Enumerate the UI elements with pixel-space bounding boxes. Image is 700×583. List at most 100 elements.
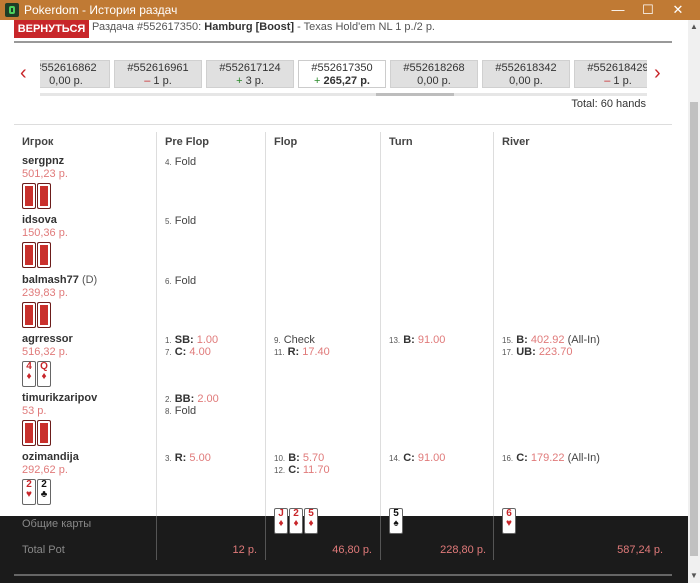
- action-preflop: 4. Fold: [165, 156, 197, 168]
- minimize-button[interactable]: —: [604, 0, 632, 20]
- card-back: [22, 302, 36, 328]
- card-5-diamonds: 5 ♦: [304, 508, 318, 534]
- footer-divider: [493, 516, 494, 560]
- scroll-up-arrow-icon[interactable]: ▲: [688, 20, 700, 34]
- hole-cards: [22, 183, 68, 209]
- player-row: idsova 150,36 р.: [22, 214, 68, 268]
- hand-id: #552617350: [311, 62, 373, 74]
- hand-id: #552618268: [403, 62, 465, 74]
- card-back: [37, 242, 51, 268]
- column-divider: [380, 132, 381, 520]
- player-stack: 53 р.: [22, 405, 47, 417]
- pot-river: 587,24 р.: [617, 544, 663, 556]
- page-scrollbar-thumb[interactable]: [690, 102, 698, 556]
- hand-tab[interactable]: #552616961 – 1 р.: [114, 60, 202, 88]
- card-back: [22, 420, 36, 446]
- player-stack: 150,36 р.: [22, 227, 68, 239]
- card-2-diamonds: 2 ♦: [289, 508, 303, 534]
- hand-tab[interactable]: #552618342 0,00 р.: [482, 60, 570, 88]
- action-flop: 12. C: 11.70: [274, 464, 330, 476]
- hole-cards: [22, 302, 97, 328]
- action-river: 16. C: 179.22 (All-In): [502, 452, 600, 464]
- player-stack: 516,32 р.: [22, 346, 68, 358]
- board-label: Общие карты: [22, 518, 92, 530]
- action-preflop: 3. R: 5.00: [165, 452, 211, 464]
- column-divider: [156, 132, 157, 520]
- hands-scrollbar[interactable]: [40, 93, 647, 96]
- game-info: - Texas Hold'em NL 1 р./2 р.: [297, 21, 435, 33]
- hands-scrollbar-thumb[interactable]: [376, 93, 454, 96]
- close-button[interactable]: ✕: [664, 0, 692, 20]
- player-row: sergpnz 501,23 р.: [22, 155, 68, 209]
- hand-tab[interactable]: #552617124 + 3 р.: [206, 60, 294, 88]
- hand-header: Раздача #552617350: Hamburg [Boost] - Te…: [92, 21, 435, 33]
- action-river: 17. UB: 223.70: [502, 346, 573, 358]
- back-button[interactable]: ВЕРНУТЬСЯ: [14, 20, 89, 38]
- card-2-clubs: 2 ♣: [37, 479, 51, 505]
- prev-hands-arrow-icon[interactable]: ‹: [20, 62, 27, 85]
- flop-cards: J ♦ 2 ♦ 5 ♦: [274, 508, 319, 534]
- player-name[interactable]: ozimandija: [22, 451, 79, 464]
- hand-tab[interactable]: #552618429 – 1 р.: [574, 60, 647, 88]
- hands-carousel: #552616862 0,00 р. #552616961 – 1 р. #55…: [40, 60, 647, 90]
- maximize-button[interactable]: ☐: [634, 0, 662, 20]
- hand-result: + 3 р.: [236, 75, 264, 87]
- action-preflop: 8. Fold: [165, 405, 197, 417]
- footer-divider: [380, 516, 381, 560]
- footer-divider: [265, 516, 266, 560]
- river-card: 6 ♥: [502, 508, 517, 534]
- card-back: [37, 183, 51, 209]
- column-header-flop: Flop: [274, 136, 298, 148]
- dealer-badge: (D): [81, 274, 98, 286]
- window-title: Pokerdom - История раздач: [24, 3, 178, 17]
- pot-turn: 228,80 р.: [440, 544, 486, 556]
- column-header-player: Игрок: [22, 136, 54, 148]
- hole-cards: [22, 242, 68, 268]
- hand-history-page: ВЕРНУТЬСЯ Раздача #552617350: Hamburg [B…: [0, 20, 688, 583]
- hand-tab-active[interactable]: #552617350 + 265,27 р.: [298, 60, 386, 88]
- hand-id: #552617124: [219, 62, 281, 74]
- pot-preflop: 12 р.: [232, 544, 257, 556]
- hand-tab[interactable]: #552616862 0,00 р.: [40, 60, 110, 88]
- card-back: [37, 420, 51, 446]
- player-name[interactable]: agrressor: [22, 333, 73, 346]
- hand-result: – 1 р.: [144, 75, 172, 87]
- column-header-preflop: Pre Flop: [165, 136, 210, 148]
- pot-flop: 46,80 р.: [332, 544, 372, 556]
- page-scrollbar[interactable]: ▲ ▼: [688, 20, 700, 583]
- footer-bottom-line: [14, 574, 672, 576]
- turn-card: 5 ♠: [389, 508, 404, 534]
- next-hands-arrow-icon[interactable]: ›: [654, 62, 661, 85]
- player-name[interactable]: idsova: [22, 214, 68, 227]
- card-4-diamonds: 4 ♦: [22, 361, 36, 387]
- total-hands: Total: 60 hands: [571, 98, 646, 110]
- hand-id-label: Раздача #552617350:: [92, 21, 202, 33]
- column-divider: [265, 132, 266, 520]
- action-preflop: 5. Fold: [165, 215, 197, 227]
- app-logo-icon: [5, 3, 19, 17]
- action-preflop: 7. C: 4.00: [165, 346, 211, 358]
- player-name[interactable]: timurikzaripov: [22, 392, 97, 405]
- card-back: [37, 302, 51, 328]
- title-bar: Pokerdom - История раздач — ☐ ✕: [0, 0, 700, 20]
- hand-tab[interactable]: #552618268 0,00 р.: [390, 60, 478, 88]
- card-j-diamonds: J ♦: [274, 508, 288, 534]
- player-row: balmash77 (D) 239,83 р.: [22, 274, 97, 328]
- player-stack: 292,62 р.: [22, 464, 68, 476]
- section-divider: [14, 124, 672, 125]
- hand-result: 0,00 р.: [417, 75, 451, 87]
- footer-divider: [156, 516, 157, 560]
- card-5-spades: 5 ♠: [389, 508, 403, 534]
- player-name[interactable]: balmash77 (D): [22, 274, 97, 287]
- column-header-turn: Turn: [389, 136, 413, 148]
- action-flop: 11. R: 17.40: [274, 346, 330, 358]
- action-turn: 13. B: 91.00: [389, 334, 446, 346]
- scroll-down-arrow-icon[interactable]: ▼: [688, 569, 700, 583]
- player-stack: 239,83 р.: [22, 287, 68, 299]
- header-divider: [14, 41, 672, 43]
- hand-result: – 1 р.: [604, 75, 632, 87]
- hand-id: #552618342: [495, 62, 557, 74]
- player-name[interactable]: sergpnz: [22, 155, 68, 168]
- hole-cards: 2 ♥ 2 ♣: [22, 479, 79, 505]
- hole-cards: 4 ♦ Q ♦: [22, 361, 73, 387]
